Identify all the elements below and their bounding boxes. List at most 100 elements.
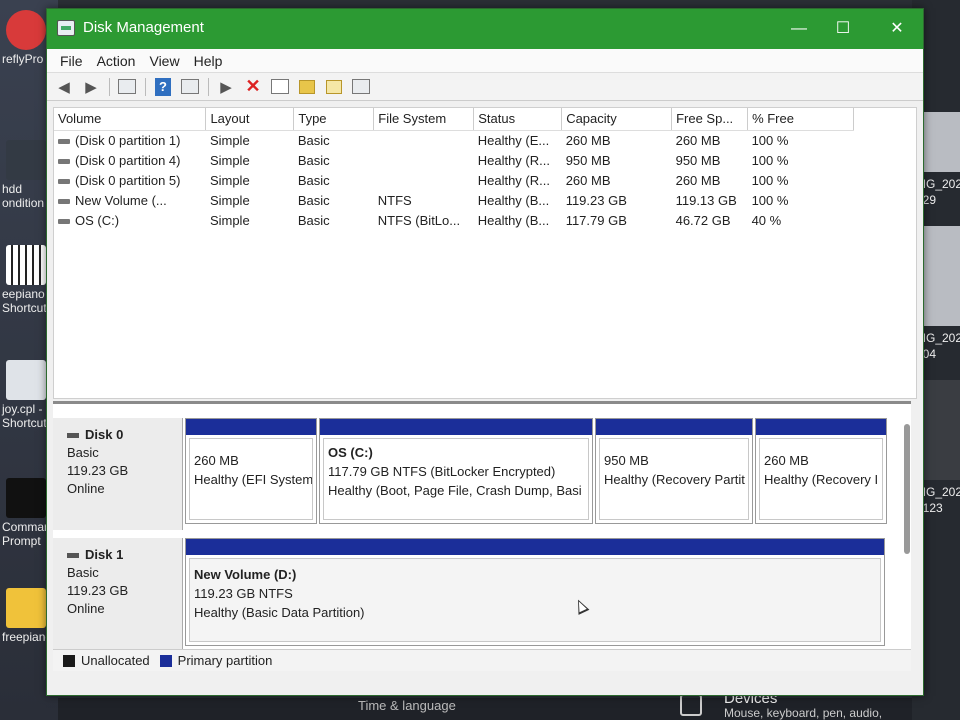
disk-state: Online [67, 481, 105, 496]
disk-0-label[interactable]: Disk 0 Basic 119.23 GB Online [53, 418, 183, 530]
cell-percent-free: 100 % [751, 132, 789, 148]
partition-recovery-2[interactable]: 260 MB Healthy (Recovery I [755, 418, 887, 524]
legend-item-primary: Primary partition [159, 653, 272, 668]
column-capacity[interactable]: Capacity [561, 108, 673, 131]
devices-icon [680, 694, 702, 716]
disk-icon [67, 433, 79, 439]
partition-status: Healthy (Recovery Partit [604, 472, 745, 487]
cell-layout: Simple [209, 212, 250, 228]
forward-icon[interactable]: ▶ [80, 77, 102, 97]
disk-management-window: Disk Management — ☐ ✕ File Action View H… [46, 8, 924, 696]
title-bar[interactable]: Disk Management — ☐ ✕ [47, 9, 923, 49]
column-status[interactable]: Status [473, 108, 563, 131]
partition-size: 260 MB [194, 453, 239, 468]
cell-layout: Simple [209, 132, 250, 148]
cell-percent-free: 100 % [751, 172, 789, 188]
cell-file-system: NTFS (BitLo... [377, 212, 461, 228]
help-icon[interactable]: ? [152, 77, 174, 97]
cell-layout: Simple [209, 192, 250, 208]
delete-icon[interactable]: ✕ [242, 76, 264, 97]
partition-status: Healthy (Recovery I [764, 472, 879, 487]
legend-swatch-unallocated [63, 654, 75, 667]
folder-icon[interactable] [296, 77, 318, 97]
cell-file-system [374, 170, 474, 190]
menu-help[interactable]: Help [187, 53, 230, 69]
column-type[interactable]: Type [293, 108, 375, 131]
disk-state: Online [67, 601, 105, 616]
volume-icon [58, 138, 70, 144]
disk-1-row: Disk 1 Basic 119.23 GB Online New Volume… [53, 538, 911, 650]
menu-file[interactable]: File [53, 53, 90, 69]
cell-file-system [374, 130, 474, 150]
partition-recovery-1[interactable]: 950 MB Healthy (Recovery Partit [595, 418, 753, 524]
disk-graphical-view: Disk 0 Basic 119.23 GB Online 260 MB Hea… [53, 401, 911, 650]
partition-size: 260 MB [764, 453, 809, 468]
volume-list-header: Volume Layout Type File System Status Ca… [54, 108, 854, 131]
column-file-system[interactable]: File System [373, 108, 475, 131]
cell-free-space: 260 MB [675, 132, 721, 148]
settings-icon[interactable] [350, 77, 372, 97]
cell-free-space: 119.13 GB [675, 192, 737, 208]
back-icon[interactable]: ◀ [53, 77, 75, 97]
disk-0-row: Disk 0 Basic 119.23 GB Online 260 MB Hea… [53, 418, 911, 530]
minimize-button[interactable]: — [787, 17, 811, 41]
disk-1-label[interactable]: Disk 1 Basic 119.23 GB Online [53, 538, 183, 650]
desktop-icon-label: hdd ondition [2, 182, 45, 210]
cell-percent-free: 100 % [751, 192, 789, 208]
legend-item-unallocated: Unallocated [63, 653, 150, 668]
close-button[interactable]: ✕ [885, 17, 909, 41]
partition-bar [186, 539, 884, 555]
cell-status: Healthy (B... [477, 192, 550, 208]
column-percent-free[interactable]: % Free [747, 108, 854, 131]
partition-size: 119.23 GB NTFS [194, 586, 293, 601]
volume-icon [58, 178, 70, 184]
time-language-text: Time & language [358, 698, 456, 713]
piano-icon [6, 245, 46, 285]
cell-layout: Simple [209, 152, 250, 168]
folder-icon [6, 588, 46, 628]
table-row[interactable]: (Disk 0 partition 1) Simple Basic Health… [54, 130, 854, 150]
settings-window-peek: Time & language Devices Mouse, keyboard,… [58, 690, 912, 720]
column-free-space[interactable]: Free Sp... [671, 108, 749, 131]
legend-swatch-primary [159, 654, 172, 667]
menu-view[interactable]: View [142, 53, 186, 69]
desktop-icon-label: eepiano Shortcut [2, 287, 47, 315]
cell-layout: Simple [209, 172, 250, 188]
connect-icon[interactable]: ▶ [215, 77, 237, 97]
partition-os-c[interactable]: OS (C:) 117.79 GB NTFS (BitLocker Encryp… [319, 418, 593, 524]
partition-size: 950 MB [604, 453, 649, 468]
column-volume[interactable]: Volume [54, 108, 207, 131]
cell-capacity: 117.79 GB [565, 212, 627, 228]
cell-status: Healthy (R... [477, 172, 550, 188]
partition-body: OS (C:) 117.79 GB NTFS (BitLocker Encryp… [323, 438, 589, 520]
table-row[interactable]: (Disk 0 partition 4) Simple Basic Health… [54, 150, 854, 170]
cell-type: Basic [297, 212, 330, 228]
menu-action[interactable]: Action [90, 53, 143, 69]
search-icon[interactable] [323, 77, 345, 97]
partition-bar [320, 419, 592, 435]
column-layout[interactable]: Layout [205, 108, 295, 131]
cell-type: Basic [297, 172, 330, 188]
table-row[interactable]: New Volume (... Simple Basic NTFS Health… [54, 190, 854, 210]
legend: Unallocated Primary partition [53, 649, 911, 671]
disk-icon [67, 553, 79, 559]
cell-free-space: 950 MB [675, 152, 721, 168]
disk-name: Disk 0 [85, 427, 124, 442]
check-icon[interactable] [269, 77, 291, 97]
partition-bar [186, 419, 316, 435]
desktop-icon-label: Comman Prompt [2, 520, 51, 548]
partition-new-volume-d[interactable]: New Volume (D:) 119.23 GB NTFS Healthy (… [185, 538, 885, 646]
table-row[interactable]: OS (C:) Simple Basic NTFS (BitLo... Heal… [54, 210, 854, 230]
desktop-icon-label: reflyPro [2, 52, 44, 66]
maximize-button[interactable]: ☐ [831, 17, 855, 41]
partition-efi[interactable]: 260 MB Healthy (EFI System [185, 418, 317, 524]
cell-volume: OS (C:) [54, 210, 206, 230]
show-hide-console-tree-icon[interactable] [116, 77, 138, 97]
cell-free-space: 260 MB [675, 172, 721, 188]
toolbar-separator [145, 77, 146, 96]
properties-icon[interactable] [179, 77, 201, 97]
table-row[interactable]: (Disk 0 partition 5) Simple Basic Health… [54, 170, 854, 190]
toolbar-separator [208, 77, 209, 96]
partition-size: 117.79 GB NTFS (BitLocker Encrypted) [328, 464, 556, 479]
vertical-scrollbar[interactable] [904, 424, 910, 554]
